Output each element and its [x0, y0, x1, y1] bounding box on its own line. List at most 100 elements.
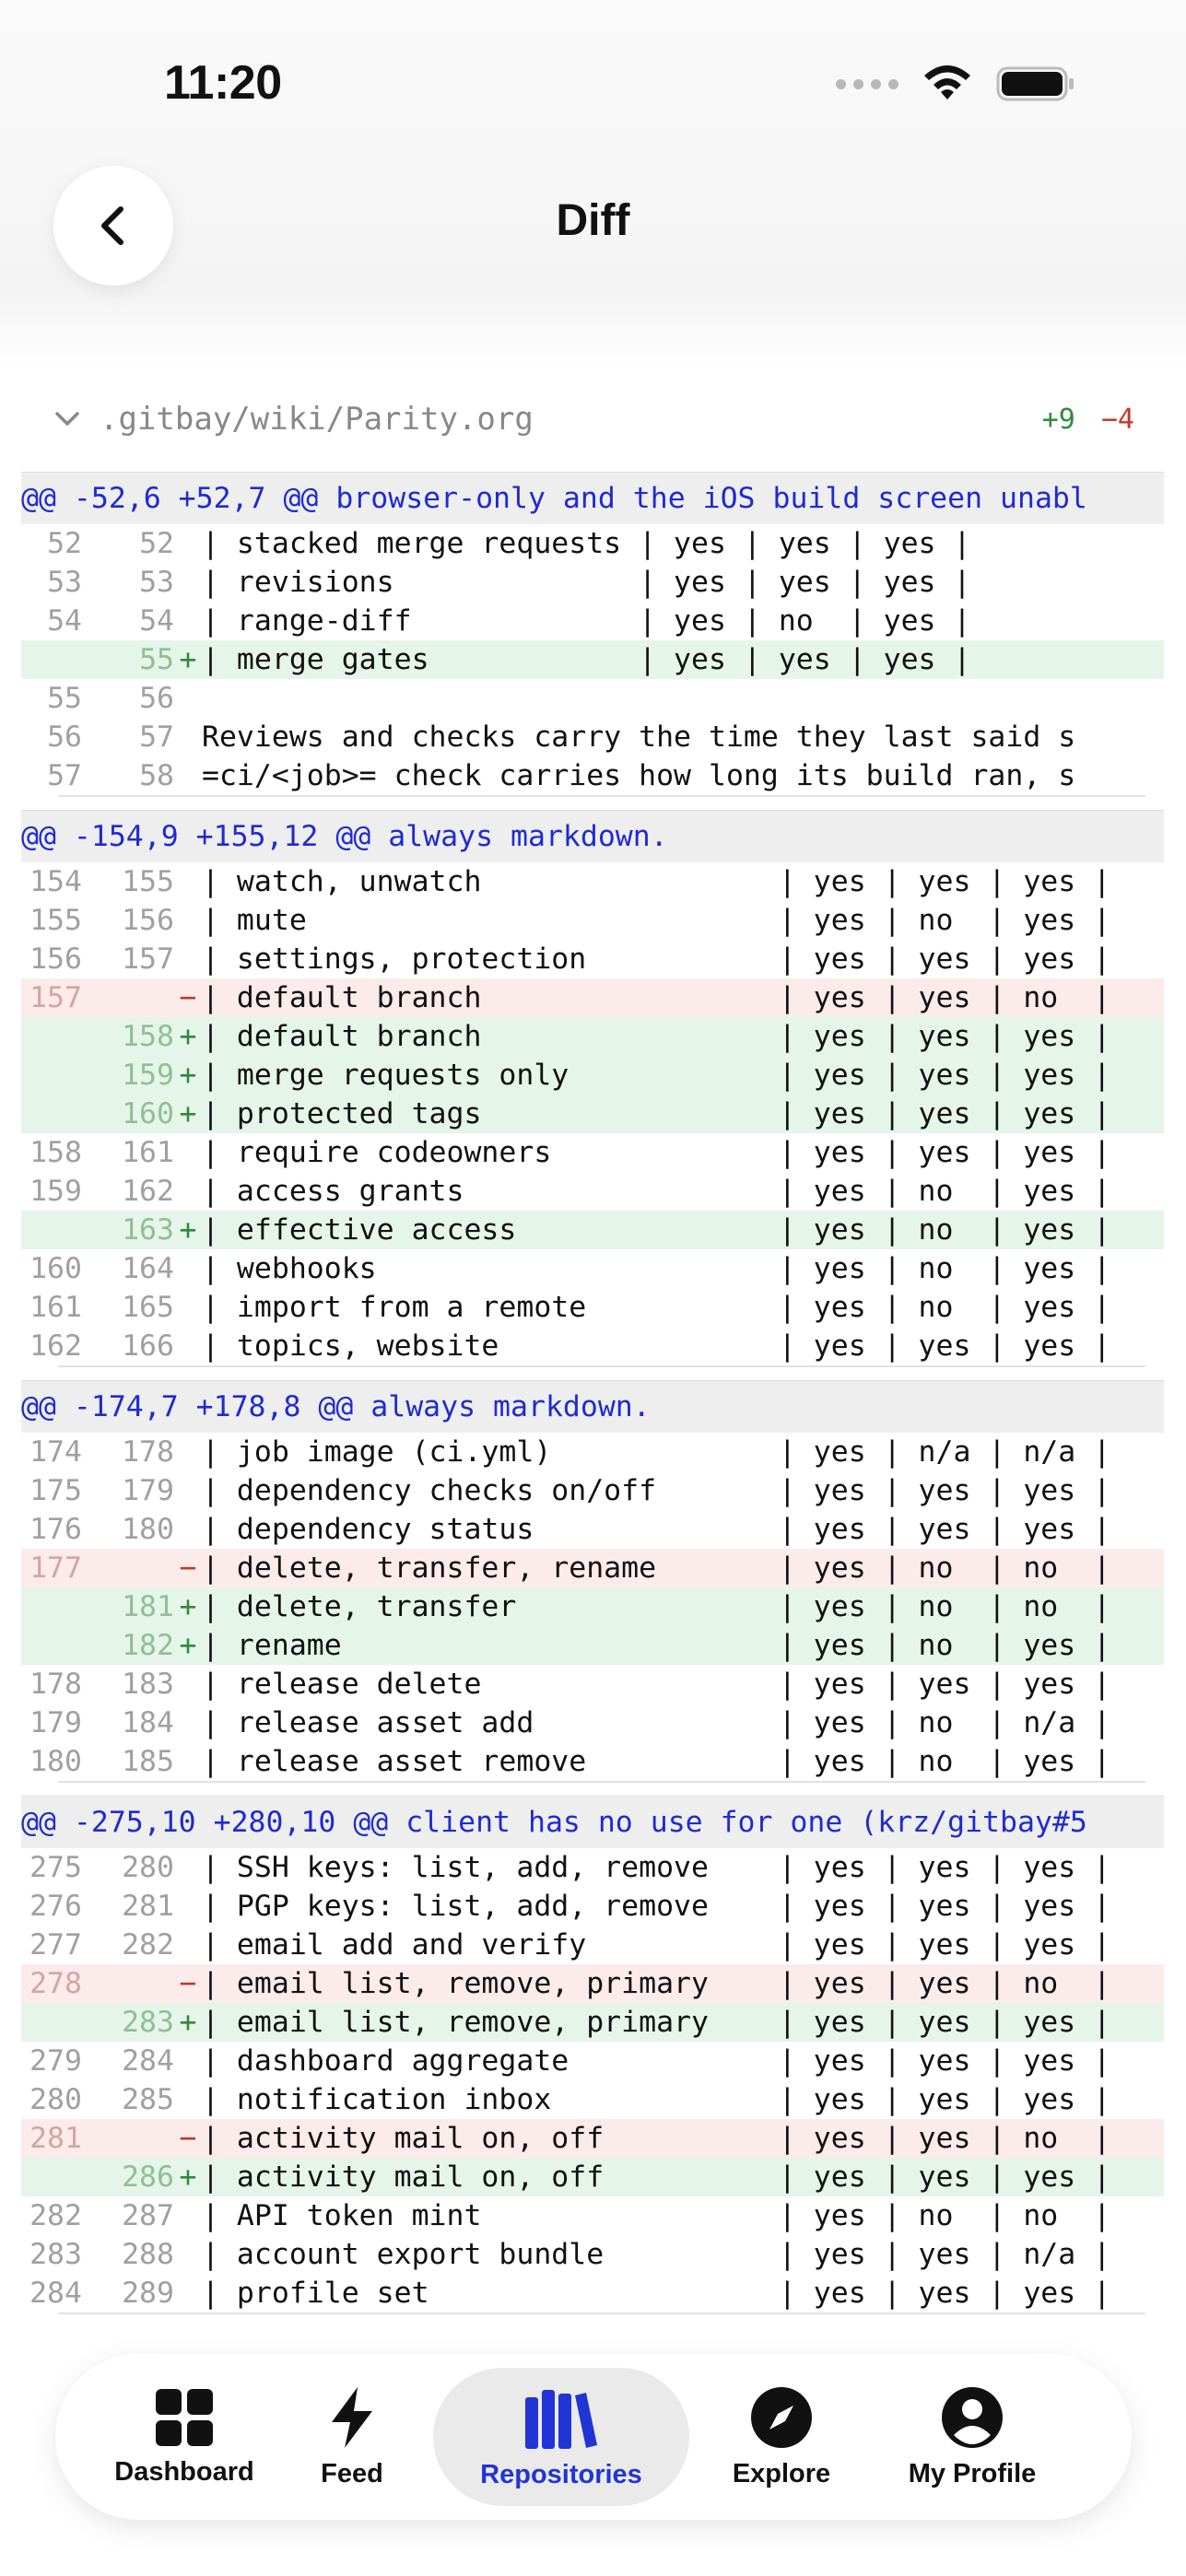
line-text: | default branch | yes | yes | no | [202, 981, 1111, 1014]
diff-line-added: 160 + | protected tags | yes | yes | yes | [21, 1095, 1164, 1133]
tab-label: Repositories [480, 2459, 642, 2489]
change-marker [174, 2235, 202, 2274]
new-line-number: 160 [122, 1097, 174, 1130]
tab-dashboard[interactable]: Dashboard [92, 2368, 276, 2506]
bolt-icon [332, 2386, 372, 2448]
change-marker: + [179, 1097, 197, 1130]
line-text: | release asset remove | yes | no | yes … [202, 1745, 1111, 1778]
compass-icon [751, 2386, 812, 2448]
chevron-down-icon[interactable] [52, 404, 83, 435]
new-line-number: 179 [122, 1474, 174, 1507]
change-marker [174, 1926, 202, 1964]
line-text: | profile set | yes | yes | yes | [202, 2277, 1111, 2310]
old-line-number: 154 [29, 865, 82, 898]
change-marker: + [179, 2160, 197, 2194]
tab-my-profile[interactable]: My Profile [875, 2368, 1069, 2506]
file-stats: +9 −4 [1042, 404, 1134, 436]
old-line-number: 155 [29, 904, 82, 937]
hunk-divider [58, 1365, 1145, 1367]
new-line-number: 158 [122, 1020, 174, 1053]
old-line-number: 156 [29, 943, 82, 976]
hunk-header: @@ -154,9 +155,12 @@ always markdown. [21, 810, 1164, 862]
dashboard-icon [156, 2388, 213, 2446]
diff-line-context: 53 53 | revisions | yes | yes | yes | [21, 563, 1164, 602]
line-text: | effective access | yes | no | yes | [202, 1213, 1111, 1247]
new-line-number: 281 [122, 1890, 174, 1923]
old-line-number: 281 [29, 2122, 82, 2155]
diff-line-context: 158 161 | require codeowners | yes | yes … [21, 1133, 1164, 1172]
old-line-number: 277 [29, 1928, 82, 1961]
diff-line-context: 52 52 | stacked merge requests | yes | ye… [21, 524, 1164, 563]
change-marker [174, 1433, 202, 1471]
diff-line-added: 55 + | merge gates | yes | yes | yes | [21, 640, 1164, 679]
line-text: | protected tags | yes | yes | yes | [202, 1097, 1111, 1130]
new-line-number: 284 [122, 2044, 174, 2078]
line-text: | release delete | yes | yes | yes | [202, 1668, 1111, 1701]
diff-line-context: 277 282 | email add and verify | yes | ye… [21, 1926, 1164, 1964]
old-line-number: 159 [29, 1175, 82, 1208]
old-line-number: 283 [29, 2238, 82, 2271]
line-text: | require codeowners | yes | yes | yes | [202, 1136, 1111, 1169]
line-text: | email list, remove, primary | yes | ye… [202, 1967, 1111, 2000]
diff-line-context: 156 157 | settings, protection | yes | ye… [21, 940, 1164, 978]
new-line-number: 155 [122, 865, 174, 898]
line-text: | PGP keys: list, add, remove | yes | ye… [202, 1890, 1111, 1923]
diff-line-context: 276 281 | PGP keys: list, add, remove | y… [21, 1887, 1164, 1926]
old-line-number: 179 [29, 1706, 82, 1739]
line-text: | range-diff | yes | no | yes | [202, 604, 971, 638]
diff-line-context: 55 56 [21, 679, 1164, 718]
line-text: | mute | yes | no | yes | [202, 904, 1111, 937]
change-marker [174, 1288, 202, 1327]
hunk-header: @@ -275,10 +280,10 @@ client has no use … [21, 1796, 1164, 1848]
diff-line-context: 279 284 | dashboard aggregate | yes | yes… [21, 2042, 1164, 2080]
line-text: | email list, remove, primary | yes | ye… [202, 2006, 1111, 2039]
old-line-number: 278 [29, 1967, 82, 2000]
new-line-number: 54 [139, 604, 174, 638]
diff-line-context: 155 156 | mute | yes | no | yes | [21, 901, 1164, 940]
old-line-number [21, 1211, 82, 1249]
status-icons [836, 64, 1075, 103]
new-line-number: 166 [122, 1329, 174, 1363]
line-text: | dependency status | yes | yes | yes | [202, 1513, 1111, 1546]
diff-line-removed: 281 − | activity mail on, off | yes | yes … [21, 2119, 1164, 2158]
tab-explore[interactable]: Explore [699, 2368, 864, 2506]
diff-line-added: 283 + | email list, remove, primary | yes … [21, 2003, 1164, 2042]
line-text: | topics, website | yes | yes | yes | [202, 1329, 1111, 1363]
change-marker [174, 2196, 202, 2235]
diff-view[interactable]: @@ -52,6 +52,7 @@ browser-only and the i… [21, 472, 1164, 2327]
change-marker [174, 1742, 202, 1781]
change-marker [174, 1249, 202, 1288]
line-text: | stacked merge requests | yes | yes | y… [202, 527, 971, 560]
battery-icon [996, 64, 1075, 103]
status-time: 11:20 [164, 56, 282, 110]
old-line-number: 57 [47, 759, 82, 792]
line-text: | delete, transfer | yes | no | no | [202, 1590, 1111, 1623]
line-text: | activity mail on, off | yes | yes | no… [202, 2122, 1111, 2155]
old-line-number: 177 [29, 1551, 82, 1585]
diff-line-context: 179 184 | release asset add | yes | no | … [21, 1704, 1164, 1742]
tab-feed[interactable]: Feed [288, 2368, 417, 2506]
diff-line-added: 159 + | merge requests only | yes | yes | … [21, 1056, 1164, 1095]
old-line-number [21, 640, 82, 679]
line-text: | access grants | yes | no | yes | [202, 1175, 1111, 1208]
change-marker: + [179, 643, 197, 676]
additions-count: +9 [1041, 403, 1075, 436]
hunk-header: @@ -174,7 +178,8 @@ always markdown. [21, 1380, 1164, 1433]
new-line-number [82, 1964, 174, 2003]
diff-line-removed: 278 − | email list, remove, primary | yes … [21, 1964, 1164, 2003]
new-line-number: 178 [122, 1435, 174, 1469]
diff-line-context: 56 57 Reviews and checks carry the time t… [21, 718, 1164, 756]
file-header[interactable]: .gitbay/wiki/Parity.org +9 −4 [52, 392, 1134, 447]
diff-line-context: 176 180 | dependency status | yes | yes |… [21, 1510, 1164, 1549]
change-marker [174, 718, 202, 756]
hunk-divider [58, 1781, 1145, 1783]
tab-label: Dashboard [114, 2456, 254, 2487]
tab-repositories[interactable]: Repositories [433, 2368, 689, 2506]
line-text: | revisions | yes | yes | yes | [202, 566, 971, 599]
repositories-icon [525, 2389, 597, 2449]
hunk-header: @@ -52,6 +52,7 @@ browser-only and the i… [21, 472, 1164, 524]
change-marker [174, 1510, 202, 1549]
line-text: | watch, unwatch | yes | yes | yes | [202, 865, 1111, 898]
diff-line-context: 178 183 | release delete | yes | yes | ye… [21, 1665, 1164, 1704]
line-text: | dashboard aggregate | yes | yes | yes … [202, 2044, 1111, 2078]
